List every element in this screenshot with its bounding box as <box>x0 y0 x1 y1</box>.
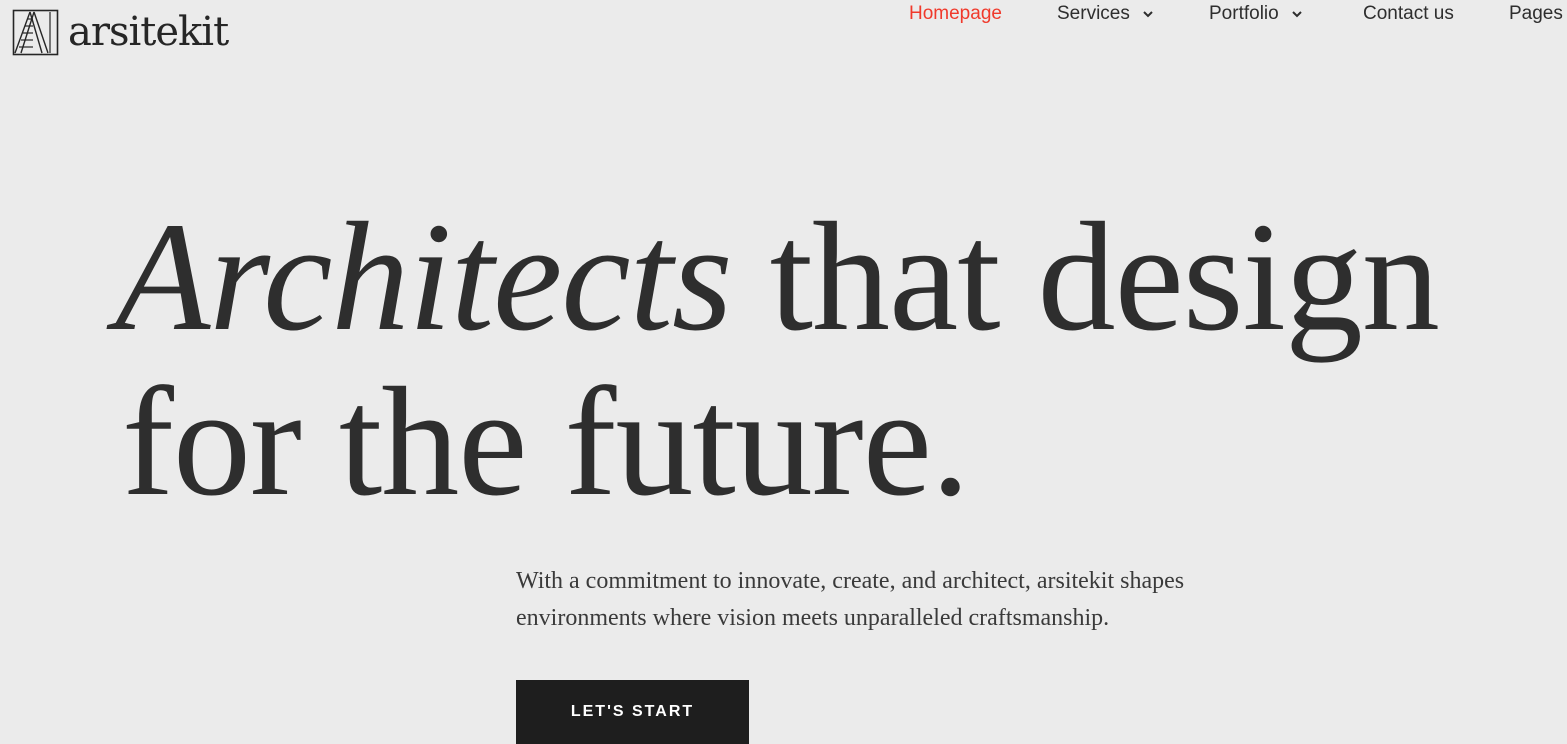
nav-item-label: Homepage <box>909 3 1002 24</box>
nav-item-label: Pages <box>1509 3 1563 24</box>
chevron-down-icon <box>1143 11 1153 18</box>
nav-item-contact-us[interactable]: Contact us <box>1363 0 1454 32</box>
hero-headline: Architects that design <box>115 190 1440 363</box>
nav-item-services[interactable]: Services <box>1057 0 1154 32</box>
nav-item-label: Contact us <box>1363 3 1454 24</box>
brand-logo[interactable]: arsitekit <box>12 9 229 56</box>
hero-headline-rest: that design <box>769 190 1440 363</box>
hero-description-line1: With a commitment to innovate, create, a… <box>516 568 1185 594</box>
nav-item-label: Portfolio <box>1209 3 1279 24</box>
brand-name: arsitekit <box>68 9 229 55</box>
nav-item-homepage[interactable]: Homepage <box>909 0 1002 32</box>
ladder-frame-logo-icon <box>12 9 59 56</box>
nav-item-pages[interactable]: Pages <box>1509 0 1563 32</box>
hero-headline-italic: Architects <box>115 190 733 363</box>
hero-headline-line2: for the future. <box>122 355 970 528</box>
nav-item-portfolio[interactable]: Portfolio <box>1209 0 1303 32</box>
nav-item-label: Services <box>1057 3 1130 24</box>
hero-description-line2: environments where vision meets unparall… <box>516 605 1110 631</box>
lets-start-button[interactable]: LET'S START <box>516 680 749 744</box>
hero-description: With a commitment to innovate, create, a… <box>516 563 1296 637</box>
chevron-down-icon <box>1291 11 1302 18</box>
